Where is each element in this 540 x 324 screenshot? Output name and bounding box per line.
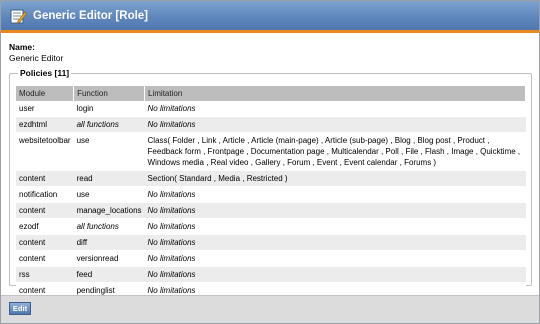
- limitation-cell: No limitations: [144, 116, 526, 133]
- module-cell: ezodf: [16, 218, 74, 235]
- limitation-cell: Class( Folder , Link , Article , Article…: [144, 132, 526, 171]
- module-cell: content: [16, 250, 74, 267]
- limitation-cell: No limitations: [144, 266, 526, 283]
- limitation-cell: Section( Standard , Media , Restricted ): [144, 170, 526, 187]
- module-cell: rss: [16, 266, 74, 283]
- module-cell: content: [16, 170, 74, 187]
- edit-button[interactable]: Edit: [9, 302, 31, 315]
- limitation-cell: No limitations: [144, 101, 526, 117]
- header-module: Module: [16, 86, 75, 101]
- table-row: content diff No limitations: [16, 234, 526, 251]
- limitation-cell: No limitations: [144, 234, 526, 251]
- function-cell: manage_locations: [73, 202, 145, 219]
- policies-header-row: Module Function Limitation: [16, 86, 526, 101]
- limitation-cell: No limitations: [144, 218, 526, 235]
- role-window: Generic Editor [Role] Name: Generic Edit…: [0, 0, 540, 324]
- function-cell: login: [73, 101, 145, 117]
- limitation-cell: No limitations: [144, 250, 526, 267]
- module-cell: content: [16, 234, 74, 251]
- table-row: ezdhtml all functions No limitations: [16, 116, 526, 133]
- module-cell: websitetoolbar: [16, 132, 74, 171]
- policies-table-body: user login No limitations ezdhtml all functi…: [16, 101, 526, 299]
- function-cell: diff: [73, 234, 145, 251]
- table-row: ezodf all functions No limitations: [16, 218, 526, 235]
- limitation-cell: No limitations: [144, 186, 526, 203]
- policies-table: Module Function Limitation user login No l…: [16, 86, 526, 299]
- module-cell: ezdhtml: [16, 116, 74, 133]
- action-bar: Edit: [1, 295, 539, 323]
- module-cell: content: [16, 202, 74, 219]
- table-row: content manage_locations No limitations: [16, 202, 526, 219]
- limitation-cell: No limitations: [144, 202, 526, 219]
- header-function: Function: [73, 86, 146, 101]
- table-row: user login No limitations: [16, 101, 526, 117]
- header-limitation: Limitation: [144, 86, 526, 101]
- table-row: content read Section( Standard , Media , R…: [16, 170, 526, 187]
- function-cell: use: [73, 132, 145, 171]
- function-cell: feed: [73, 266, 145, 283]
- table-row: rss feed No limitations: [16, 266, 526, 283]
- role-name-value: Generic Editor: [9, 53, 64, 63]
- function-cell: versionread: [73, 250, 145, 267]
- document-edit-icon: [9, 7, 28, 25]
- policies-legend: Policies [11]: [18, 68, 72, 78]
- name-label: Name:: [9, 42, 35, 52]
- table-row: websitetoolbar use Class( Folder , Link , …: [16, 132, 526, 171]
- function-cell: all functions: [73, 218, 145, 235]
- table-row: notification use No limitations: [16, 186, 526, 203]
- module-cell: notification: [16, 186, 74, 203]
- module-cell: user: [16, 101, 74, 117]
- window-title: Generic Editor [Role]: [33, 10, 149, 22]
- function-cell: read: [73, 170, 145, 187]
- function-cell: use: [73, 186, 145, 203]
- policies-fieldset: Policies [11] Module Function Limitation…: [9, 68, 532, 299]
- window-titlebar: Generic Editor [Role]: [1, 1, 539, 33]
- function-cell: all functions: [73, 116, 145, 133]
- table-row: content versionread No limitations: [16, 250, 526, 267]
